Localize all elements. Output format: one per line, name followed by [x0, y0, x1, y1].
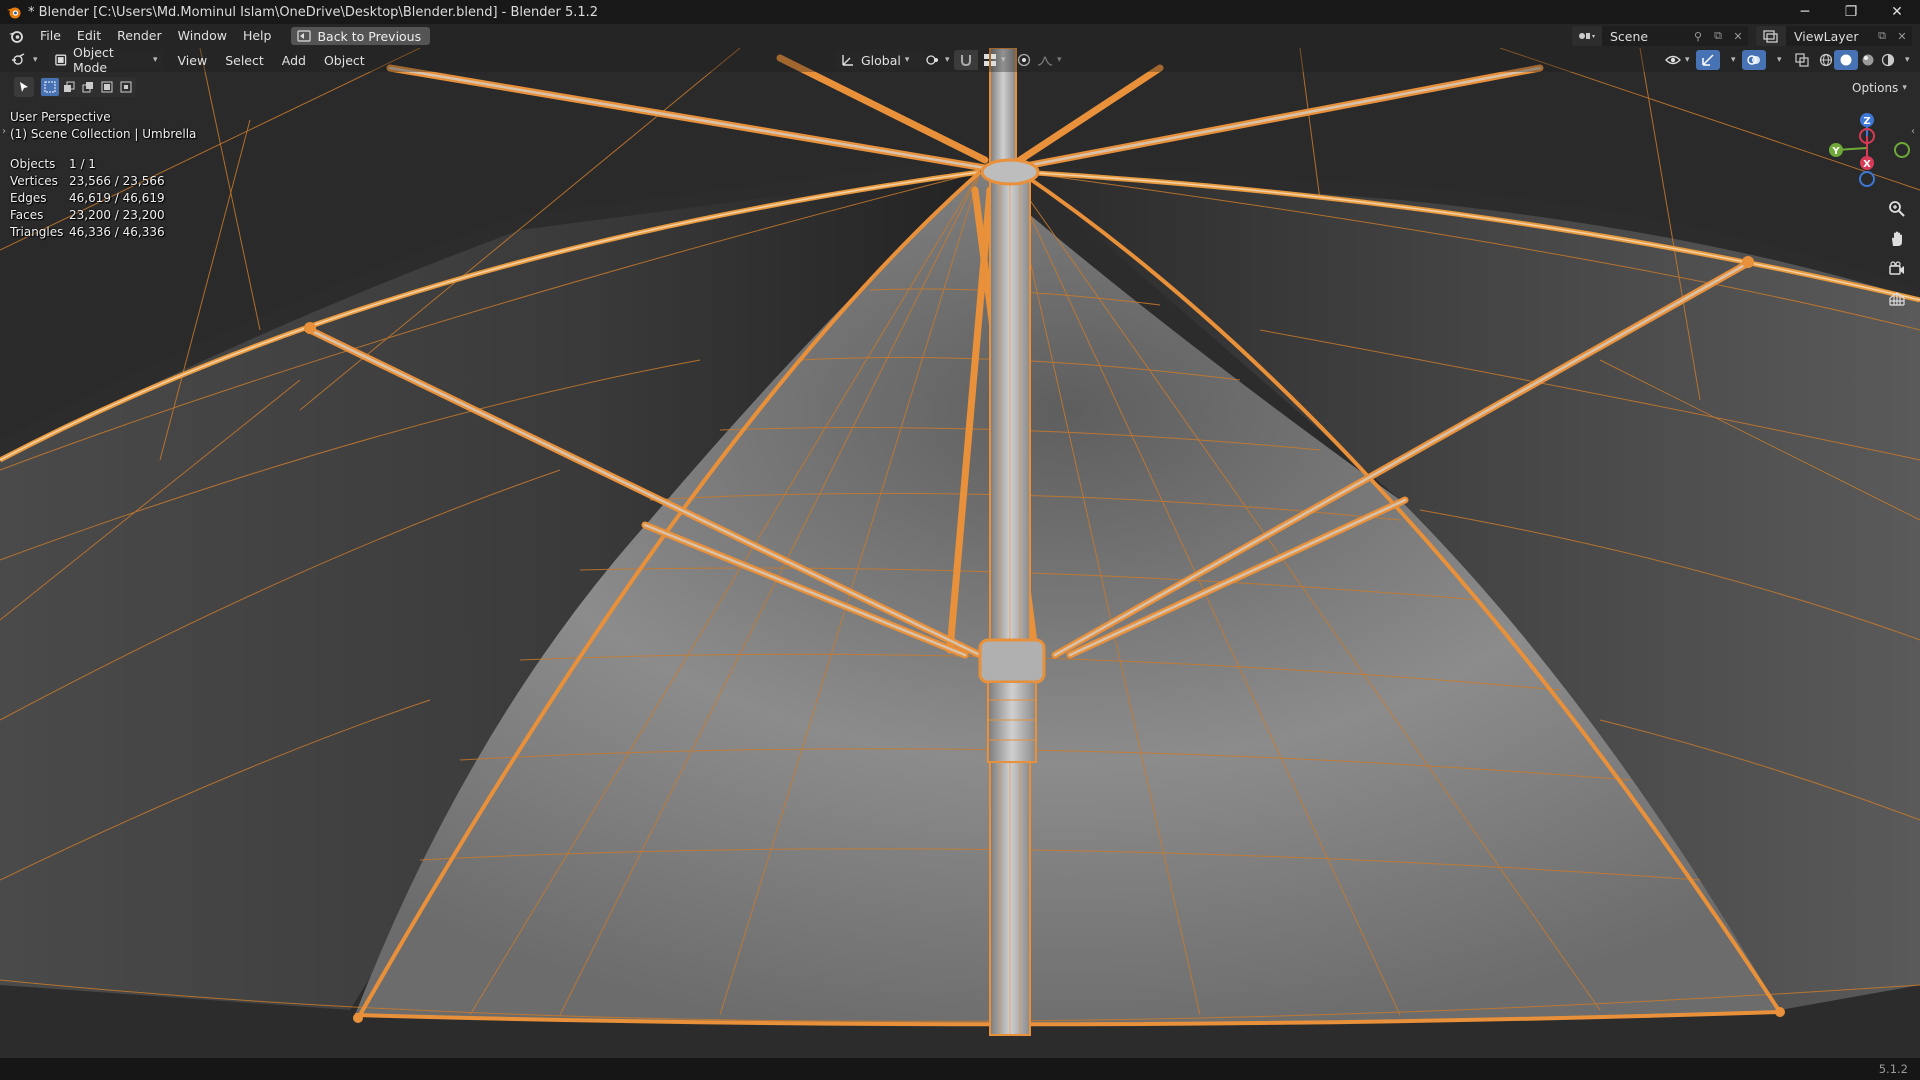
editor-type-button[interactable]: ▾: [6, 50, 43, 70]
collection-label: (1) Scene Collection | Umbrella: [10, 127, 197, 141]
gizmo-x-label: X: [1863, 159, 1871, 170]
tool-settings-row: [14, 77, 136, 97]
snap-toggle[interactable]: [954, 50, 978, 70]
overlay-icon: [1747, 55, 1760, 65]
gizmo-z-label: Z: [1863, 116, 1870, 127]
new-scene-icon[interactable]: ⧉: [1708, 26, 1728, 46]
wireframe-shading-icon: [1819, 53, 1833, 67]
editor-type-icon: [12, 53, 25, 65]
pivot-point-dropdown[interactable]: ▾: [920, 50, 955, 70]
object-mode-label: Object Mode: [73, 45, 114, 75]
new-layer-icon[interactable]: ⧉: [1872, 26, 1892, 46]
select-invert-mode[interactable]: [98, 78, 116, 96]
selection-mode-group: [40, 77, 136, 97]
gizmo-neg-z-axis[interactable]: [1859, 171, 1875, 187]
object-mode-dropdown[interactable]: Object Mode ▾: [48, 45, 163, 75]
close-small-icon[interactable]: ✕: [1728, 26, 1748, 46]
options-label: Options: [1852, 81, 1899, 95]
blender-logo-icon: [7, 7, 21, 19]
back-to-previous-button[interactable]: Back to Previous: [291, 27, 431, 45]
visibility-dropdown[interactable]: ▾: [1660, 50, 1695, 70]
xray-icon: [1795, 53, 1809, 67]
ortho-grid-icon[interactable]: [1884, 286, 1910, 312]
gizmo-toggle-icon: [1702, 54, 1714, 66]
stat-row-vertices: Vertices 23,566 / 23,566: [10, 174, 165, 188]
stat-row-faces: Faces 23,200 / 23,200: [10, 208, 165, 222]
viewport-3d[interactable]: [0, 48, 1920, 1058]
scene-name[interactable]: Scene: [1602, 29, 1688, 44]
close-button[interactable]: ✕: [1874, 0, 1920, 24]
pin-icon[interactable]: ⚲: [1688, 26, 1708, 46]
orientation-icon: [842, 55, 853, 66]
camera-view-icon[interactable]: [1884, 256, 1910, 282]
gizmo-y-label: Y: [1831, 146, 1840, 157]
overlay-toggle[interactable]: [1742, 50, 1766, 70]
proportional-icon: [1017, 53, 1031, 67]
falloff-icon: [1037, 56, 1053, 66]
view-layer-icon[interactable]: [1756, 26, 1786, 46]
window-title: * Blender [C:\Users\Md.Mominul Islam\One…: [28, 4, 599, 20]
navigation-gizmo[interactable]: Z Y X: [1812, 108, 1912, 194]
status-bar: 5.1.2: [0, 1058, 1920, 1080]
stat-row-triangles: Triangles 46,336 / 46,336: [10, 225, 165, 239]
toolbar-expand-arrow[interactable]: ›: [2, 126, 6, 137]
zoom-icon[interactable]: [1884, 196, 1910, 222]
cursor-arrow-icon: [20, 82, 28, 92]
visibility-icon: [1665, 55, 1681, 65]
solid-shading-icon: [1840, 54, 1852, 66]
view-perspective-label: User Perspective: [10, 110, 111, 124]
minimize-button[interactable]: ─: [1782, 0, 1828, 24]
gizmo-toggle[interactable]: [1696, 50, 1720, 70]
window-title-bar: * Blender [C:\Users\Md.Mominul Islam\One…: [0, 0, 1920, 24]
solid-shading-button[interactable]: [1834, 50, 1858, 70]
select-subtract-mode[interactable]: [79, 78, 97, 96]
menu-add[interactable]: Add: [277, 50, 311, 70]
viewport-info-overlay: User Perspective (1) Scene Collection | …: [10, 109, 196, 241]
pan-icon[interactable]: [1884, 226, 1910, 252]
shading-dropdown[interactable]: ▾: [1896, 50, 1915, 70]
select-extend-mode[interactable]: [60, 78, 78, 96]
back-icon: [297, 30, 312, 42]
options-dropdown[interactable]: Options ▾: [1844, 78, 1915, 98]
select-new-mode[interactable]: [41, 78, 59, 96]
restore-button[interactable]: ❐: [1828, 0, 1874, 24]
gizmo-dropdown[interactable]: ▾: [1722, 50, 1741, 70]
version-label: 5.1.2: [1878, 1062, 1908, 1076]
menu-file[interactable]: File: [32, 24, 69, 48]
snap-increment-icon: [984, 54, 996, 66]
pivot-icon: [926, 55, 938, 65]
transform-orientation-dropdown[interactable]: Global ▾: [836, 50, 924, 70]
scene-statistics: Objects 1 / 1 Vertices 23,566 / 23,566 Edg…: [10, 156, 196, 241]
snap-target-dropdown[interactable]: ▾: [978, 50, 1011, 70]
object-mode-icon: [54, 54, 66, 66]
menu-help[interactable]: Help: [235, 24, 280, 48]
menu-view[interactable]: View: [173, 50, 213, 70]
menu-select[interactable]: Select: [220, 50, 269, 70]
rendered-shading-icon: [1881, 53, 1895, 67]
xray-toggle[interactable]: [1790, 50, 1814, 70]
stat-row-edges: Edges 46,619 / 46,619: [10, 191, 165, 205]
gizmo-neg-y-axis[interactable]: [1894, 142, 1910, 158]
overlay-dropdown[interactable]: ▾: [1768, 50, 1787, 70]
navigation-tools: [1884, 196, 1910, 312]
menu-object[interactable]: Object: [319, 50, 370, 70]
back-to-previous-label: Back to Previous: [317, 28, 422, 44]
falloff-dropdown[interactable]: ▾: [1032, 50, 1067, 70]
material-shading-icon: [1862, 54, 1874, 66]
menu-window[interactable]: Window: [170, 24, 235, 48]
select-tool-button[interactable]: [14, 77, 34, 97]
top-menu-bar: File Edit Render Window Help Back to Pre…: [0, 24, 1920, 48]
orientation-label: Global: [861, 52, 901, 68]
snap-icon: [961, 55, 971, 67]
close-small-icon[interactable]: ✕: [1892, 26, 1912, 46]
scene-selector[interactable]: Scene ⚲ ⧉ ✕: [1572, 26, 1748, 46]
view-layer-name[interactable]: ViewLayer: [1786, 29, 1872, 44]
viewport-header: ▾ Object Mode ▾ View Select Add Object G…: [0, 45, 1920, 75]
select-intersect-mode[interactable]: [117, 78, 135, 96]
scene-icon[interactable]: [1572, 26, 1602, 46]
blender-menu-icon[interactable]: [6, 26, 26, 46]
stat-row-objects: Objects 1 / 1: [10, 157, 96, 171]
view-layer-selector[interactable]: ViewLayer ⧉ ✕: [1756, 26, 1912, 46]
